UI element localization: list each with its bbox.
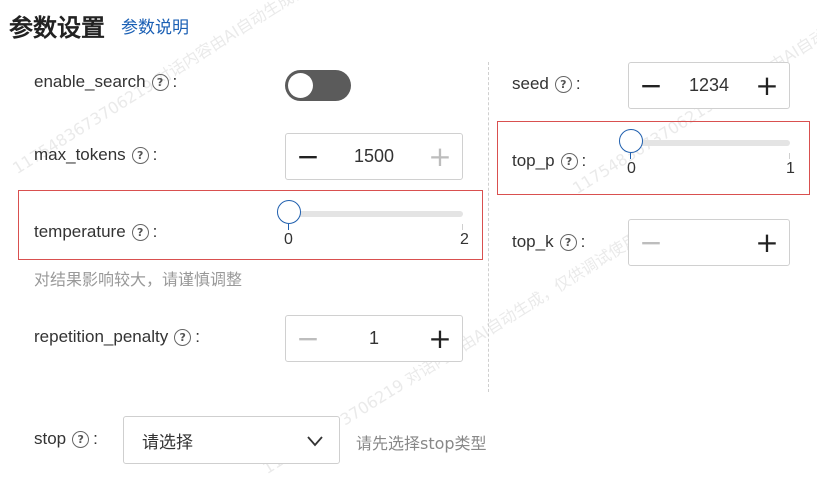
top-k-stepper: − + xyxy=(628,219,790,266)
increment-button[interactable]: + xyxy=(418,134,462,179)
colon: : xyxy=(580,232,586,251)
increment-button[interactable]: + xyxy=(745,220,789,265)
increment-button[interactable]: + xyxy=(418,316,462,361)
slider-min-label: 0 xyxy=(627,160,636,177)
header: 参数设置 参数说明 xyxy=(9,8,189,42)
help-icon[interactable]: ? xyxy=(131,146,149,164)
increment-button[interactable]: + xyxy=(745,63,789,108)
help-icon[interactable]: ? xyxy=(554,75,572,93)
toggle-knob xyxy=(288,73,313,98)
repetition-penalty-input[interactable]: 1 xyxy=(330,328,418,349)
help-icon[interactable]: ? xyxy=(559,233,577,251)
slider-tick-min xyxy=(630,153,631,159)
decrement-button[interactable]: − xyxy=(286,134,330,179)
param-name: temperature xyxy=(34,222,126,241)
colon: : xyxy=(575,74,581,93)
colon: : xyxy=(195,327,200,346)
seed-input[interactable]: 1234 xyxy=(673,75,745,96)
help-icon[interactable]: ? xyxy=(131,223,149,241)
slider-max-label: 1 xyxy=(786,160,795,177)
select-placeholder: 请选择 xyxy=(142,432,193,453)
temperature-hint: 对结果影响较大，请谨慎调整 xyxy=(34,270,243,289)
temperature-slider[interactable]: 0 2 xyxy=(277,200,472,256)
slider-tick-min xyxy=(288,224,289,230)
decrement-button[interactable]: − xyxy=(629,220,673,265)
param-name: top_k xyxy=(512,232,554,251)
slider-max-label: 2 xyxy=(460,231,469,248)
max-tokens-stepper: − 1500 + xyxy=(285,133,463,180)
param-name: max_tokens xyxy=(34,145,126,164)
seed-stepper: − 1234 + xyxy=(628,62,790,109)
help-icon[interactable]: ? xyxy=(151,73,169,91)
seed-label: seed ? : xyxy=(512,74,581,94)
repetition-penalty-label: repetition_penalty ? : xyxy=(34,327,200,347)
decrement-button[interactable]: − xyxy=(286,316,330,361)
slider-track xyxy=(289,211,463,217)
stop-type-select[interactable]: 请选择 xyxy=(123,416,340,464)
chevron-down-icon xyxy=(307,436,323,447)
slider-min-label: 0 xyxy=(284,231,293,248)
slider-track xyxy=(631,140,790,146)
slider-thumb[interactable] xyxy=(277,200,301,224)
colon: : xyxy=(152,145,158,164)
help-icon[interactable]: ? xyxy=(72,430,90,448)
param-name: repetition_penalty xyxy=(34,327,169,346)
max-tokens-input[interactable]: 1500 xyxy=(330,146,418,167)
param-name: enable_search xyxy=(34,72,146,91)
stop-tip: 请先选择stop类型 xyxy=(356,434,487,453)
enable-search-toggle[interactable] xyxy=(285,70,351,101)
top-k-label: top_k ? : xyxy=(512,232,585,252)
colon: : xyxy=(152,222,158,241)
help-icon[interactable]: ? xyxy=(560,152,578,170)
slider-tick-max xyxy=(789,153,790,159)
page-title: 参数设置 xyxy=(9,13,105,42)
param-name: seed xyxy=(512,74,549,93)
decrement-button[interactable]: − xyxy=(629,63,673,108)
slider-tick-max xyxy=(462,224,463,230)
colon: : xyxy=(93,429,98,448)
slider-thumb[interactable] xyxy=(619,129,643,153)
param-name: top_p xyxy=(512,151,555,170)
stop-label: stop ? : xyxy=(34,429,98,449)
top-p-label: top_p ? : xyxy=(512,151,586,171)
max-tokens-label: max_tokens ? : xyxy=(34,145,157,165)
help-link[interactable]: 参数说明 xyxy=(121,13,189,38)
temperature-label: temperature ? : xyxy=(34,222,157,242)
column-divider xyxy=(488,62,489,392)
repetition-penalty-stepper: − 1 + xyxy=(285,315,463,362)
enable-search-label: enable_search ? : xyxy=(34,72,177,92)
top-p-slider[interactable]: 0 1 xyxy=(619,129,799,185)
param-name: stop xyxy=(34,429,67,448)
colon: : xyxy=(172,72,178,91)
help-icon[interactable]: ? xyxy=(174,328,192,346)
colon: : xyxy=(581,151,587,170)
